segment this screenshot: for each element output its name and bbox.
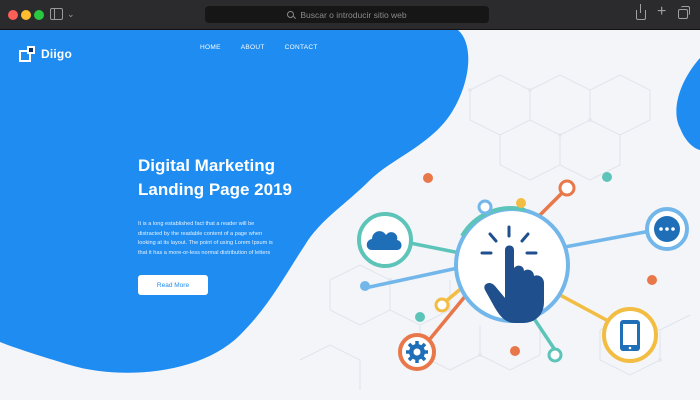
read-more-button[interactable]: Read More — [138, 275, 208, 295]
smartphone-icon — [620, 320, 640, 351]
gear-icon — [406, 341, 428, 363]
hero-paragraph-line: that it has a more-or-less normal distri… — [138, 249, 271, 256]
network-illustration — [357, 172, 689, 371]
hero-paragraph-line: It is a long established fact that a rea… — [138, 221, 255, 227]
web-page: Diigo HOME ABOUT CONTACT Digital Marketi… — [0, 30, 700, 400]
share-icon[interactable] — [636, 4, 646, 20]
maximize-window-button[interactable] — [34, 10, 44, 20]
close-window-button[interactable] — [8, 10, 18, 20]
logo-text: Diigo — [41, 47, 72, 61]
chevron-down-icon[interactable]: ⌄ — [67, 8, 75, 20]
search-icon — [287, 11, 295, 18]
hero-paragraph-line: distracted by the readable content of a … — [138, 230, 263, 237]
tabs-icon[interactable] — [678, 6, 690, 19]
browser-toolbar: ⌄ Buscar o introducir sitio web + — [0, 0, 700, 30]
address-bar[interactable]: Buscar o introducir sitio web — [205, 6, 489, 23]
logo-icon — [19, 46, 35, 62]
site-logo[interactable]: Diigo — [19, 46, 72, 62]
sidebar-icon[interactable] — [50, 8, 63, 20]
main-nav: HOME ABOUT CONTACT — [200, 44, 318, 51]
hero-paragraph-line: looking at its layout. The point of usin… — [138, 240, 273, 246]
nav-home[interactable]: HOME — [200, 44, 221, 51]
minimize-window-button[interactable] — [21, 10, 31, 20]
hero-title-line-1: Digital Marketing — [138, 156, 275, 175]
address-placeholder: Buscar o introducir sitio web — [300, 9, 407, 20]
nav-contact[interactable]: CONTACT — [285, 44, 318, 51]
nav-about[interactable]: ABOUT — [241, 44, 265, 51]
hero-title-line-2: Landing Page 2019 — [138, 180, 292, 199]
plus-icon[interactable]: + — [657, 4, 666, 20]
hero-paragraph: It is a long established fact that a rea… — [138, 220, 288, 260]
hero-title: Digital Marketing Landing Page 2019 — [138, 154, 328, 202]
